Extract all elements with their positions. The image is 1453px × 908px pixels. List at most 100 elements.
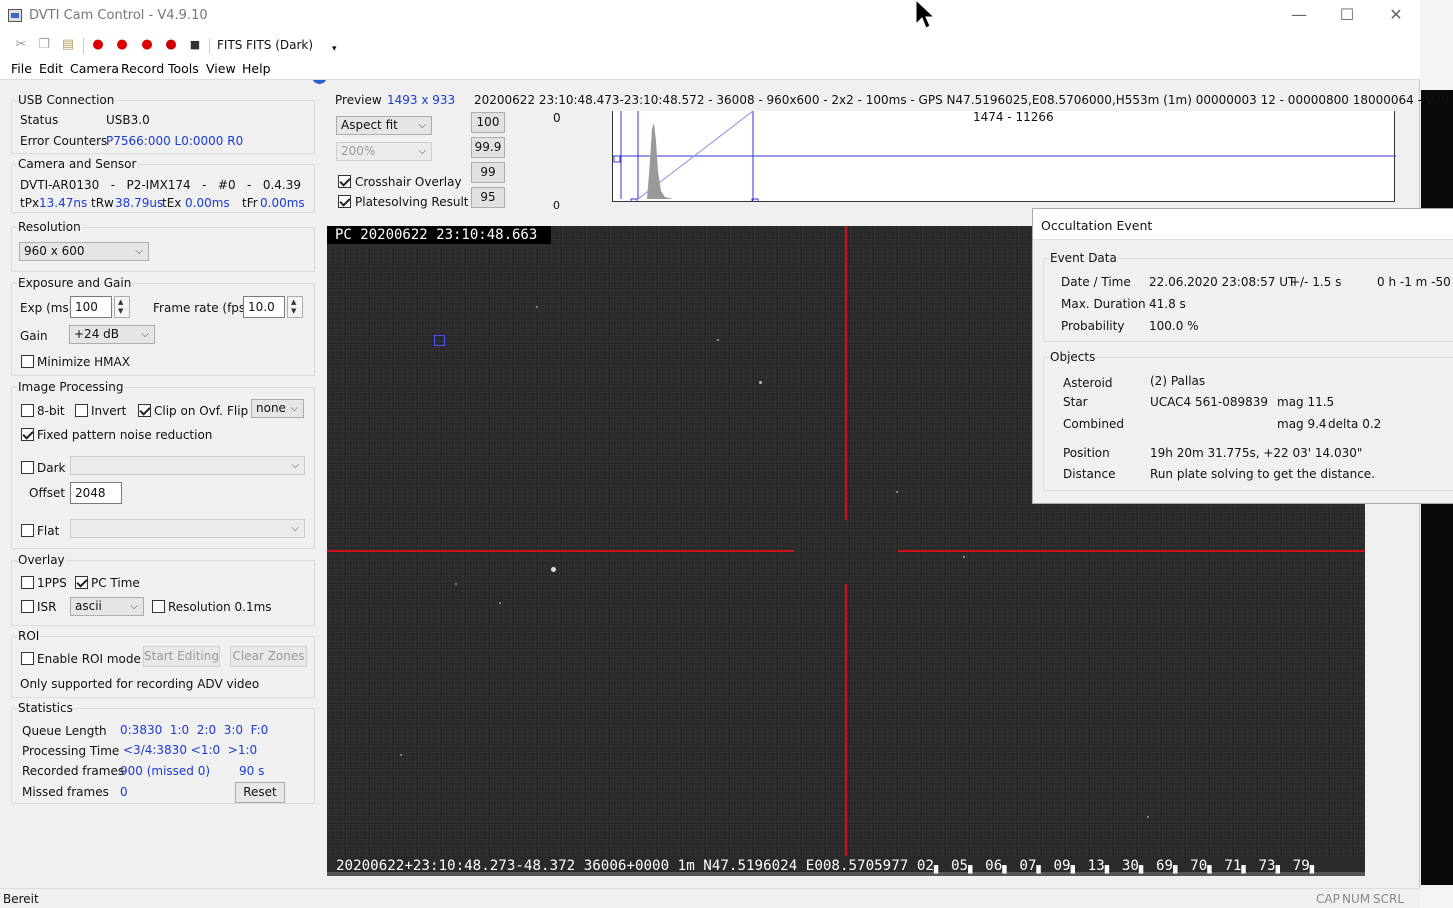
menu-view[interactable]: View [206, 61, 236, 76]
fps-spinner[interactable]: ▲ ▼ [287, 296, 303, 318]
clear-zones-button[interactable]: Clear Zones [230, 646, 307, 667]
resolution-01ms-checkbox[interactable] [152, 600, 165, 613]
crosshair-overlay-checkbox[interactable] [338, 175, 351, 188]
roi-note: Only supported for recording ADV video [20, 677, 260, 691]
invert-label: Invert [91, 404, 127, 418]
record-ser-icon[interactable]: ● [89, 36, 107, 54]
fit-mode-select[interactable]: Aspect fit ⌵ [336, 116, 432, 135]
pc-time-checkbox[interactable] [75, 576, 88, 589]
resolution-select[interactable]: 960 x 600 ⌵ [19, 242, 149, 261]
fpn-reduction-checkbox[interactable] [21, 428, 34, 441]
dark-checkbox[interactable] [21, 461, 34, 474]
isr-format-select[interactable]: ascii ⌵ [70, 597, 144, 616]
enable-roi-checkbox[interactable] [21, 652, 34, 665]
stretch-99-9-button[interactable]: 99.9 [471, 137, 505, 158]
record-multi-icon[interactable]: ● [162, 36, 180, 54]
app-icon [8, 9, 22, 22]
menu-camera[interactable]: Camera [70, 61, 119, 76]
menu-help[interactable]: Help [242, 61, 271, 76]
chevron-down-icon: ⌵ [418, 120, 426, 131]
resolution-group: Resolution 960 x 600 ⌵ [11, 220, 315, 272]
spin-down-icon[interactable]: ▼ [291, 308, 296, 315]
minimize-button[interactable]: — [1275, 0, 1323, 32]
1pps-checkbox[interactable] [21, 576, 34, 589]
stretch-95-button[interactable]: 95 [471, 187, 505, 208]
isr-checkbox[interactable] [21, 600, 34, 613]
star [536, 306, 538, 308]
exposure-spinner[interactable]: ▲ ▼ [114, 296, 130, 318]
maximize-button[interactable]: ☐ [1323, 0, 1371, 32]
flat-frame-select[interactable]: ⌵ [70, 519, 305, 538]
fps-input[interactable]: 10.0 [243, 296, 285, 318]
gain-select[interactable]: +24 dB ⌵ [69, 325, 155, 344]
fits-button[interactable]: FITS [217, 36, 242, 54]
pc-timestamp-overlay: PC 20200622 23:10:48.663 [327, 226, 551, 244]
dark-label: Dark [37, 461, 66, 475]
menu-edit[interactable]: Edit [39, 61, 63, 76]
spin-up-icon[interactable]: ▲ [118, 299, 123, 306]
star [896, 491, 898, 493]
minimize-hmax-checkbox[interactable] [21, 355, 34, 368]
menu-file[interactable]: File [11, 61, 32, 76]
offset-input[interactable]: 2048 [70, 482, 122, 504]
chevron-down-icon: ⌵ [141, 329, 149, 340]
close-button[interactable]: ✕ [1372, 0, 1420, 32]
group-title: Exposure and Gain [17, 276, 133, 290]
histogram-handle[interactable] [630, 198, 638, 202]
8bit-checkbox[interactable] [21, 404, 34, 417]
date-time-value: 22.06.2020 23:08:57 UT [1149, 275, 1296, 289]
chevron-down-icon: ⌵ [418, 146, 426, 157]
copy-icon[interactable]: ❐ [35, 36, 53, 54]
paste-icon[interactable]: ▤ [59, 36, 77, 54]
histogram-curve [647, 123, 673, 199]
stretch-100-button[interactable]: 100 [471, 112, 505, 133]
platesolving-checkbox[interactable] [338, 195, 351, 208]
toolbar: ✂ ❐ ▤ ● ● ● ● ■ FITS FITS (Dark) ? ▾ [0, 32, 1420, 84]
record-fits-icon[interactable]: ● [138, 36, 156, 54]
histogram[interactable]: 1474 - 11266 [612, 110, 1396, 202]
dark-frame-select[interactable]: ⌵ [70, 456, 305, 475]
spin-down-icon[interactable]: ▼ [118, 308, 123, 315]
group-title: Overlay [17, 553, 66, 567]
cut-icon[interactable]: ✂ [12, 36, 30, 54]
missed-frames-value: 0 [120, 785, 128, 799]
stretch-99-button[interactable]: 99 [471, 162, 505, 183]
histogram-handle[interactable] [613, 155, 621, 163]
invert-checkbox[interactable] [75, 404, 88, 417]
scrl-indicator: SCRL [1373, 892, 1405, 906]
max-duration-label: Max. Duration [1061, 297, 1146, 311]
flip-select[interactable]: none ⌵ [251, 399, 304, 418]
star [717, 339, 719, 341]
exposure-input[interactable]: 100 [70, 296, 112, 318]
record-adv-icon[interactable]: ● [113, 36, 131, 54]
flat-checkbox[interactable] [21, 524, 34, 537]
1pps-label: 1PPS [37, 576, 67, 590]
toolbar-separator [209, 38, 210, 54]
star [1147, 816, 1149, 818]
start-editing-button[interactable]: Start Editing [143, 646, 220, 667]
event-data-group: Event Data Date / Time 22.06.2020 23:08:… [1043, 251, 1453, 342]
clip-overflow-label: Clip on Ovf. [154, 404, 223, 418]
stop-icon[interactable]: ■ [186, 36, 204, 54]
histogram-min-label: 0 [553, 199, 560, 212]
spin-up-icon[interactable]: ▲ [291, 299, 296, 306]
tpx-value: 13.47ns [39, 196, 88, 210]
trw-label: tRw [91, 196, 114, 210]
clip-overflow-checkbox[interactable] [138, 404, 151, 417]
menu-tools[interactable]: Tools [168, 61, 199, 76]
statistics-group: Statistics Queue Length 0:3830 1:0 2:0 3… [11, 701, 315, 804]
zoom-select[interactable]: 200% ⌵ [336, 142, 432, 161]
toolbar-separator [83, 38, 84, 54]
status-text: Bereit [3, 892, 39, 906]
menu-record[interactable]: Record [121, 61, 164, 76]
occultation-header: Occultation Event [1033, 209, 1453, 240]
star-value: UCAC4 561-089839 [1150, 395, 1269, 409]
position-value: 19h 20m 31.775s, +22 03' 14.030" [1150, 446, 1363, 460]
fits-dark-button[interactable]: FITS (Dark) [246, 36, 313, 54]
star-label: Star [1063, 395, 1088, 409]
toolbar-overflow-icon[interactable]: ▾ [332, 40, 337, 58]
reset-button[interactable]: Reset [235, 782, 285, 803]
minimize-hmax-label: Minimize HMAX [37, 355, 130, 369]
zoom-value: 200% [341, 144, 376, 158]
offset-label: Offset [29, 486, 66, 500]
